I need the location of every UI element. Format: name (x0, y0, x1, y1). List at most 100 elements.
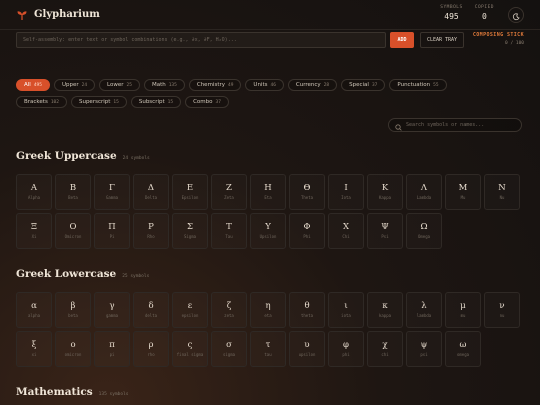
symbol-card[interactable]: χ chi (367, 331, 403, 367)
theme-toggle-button[interactable] (508, 7, 524, 23)
symbol-glyph: Λ (420, 183, 428, 194)
symbol-glyph: ι (344, 301, 348, 312)
symbol-card[interactable]: α alpha (16, 292, 52, 328)
filter-chip-chemistry[interactable]: Chemistry 49 (188, 79, 242, 91)
symbol-card[interactable]: μ mu (445, 292, 481, 328)
symbol-card[interactable]: ς final sigma (172, 331, 208, 367)
symbol-name: Zeta (224, 194, 234, 200)
section-greek-lowercase: Greek Lowercase 25 symbols α alpha β beta γ g… (16, 268, 524, 367)
filter-chip-count: 15 (167, 99, 174, 105)
filter-chip-label: Brackets (24, 99, 48, 105)
symbol-card[interactable]: ξ xi (16, 331, 52, 367)
symbol-glyph: Ο (69, 222, 77, 233)
filter-chip-label: Units (253, 82, 268, 88)
symbol-name: Delta (144, 194, 158, 200)
filter-chip-math[interactable]: Math 135 (143, 79, 185, 91)
symbol-glyph: Α (30, 183, 38, 194)
symbol-card[interactable]: ρ rho (133, 331, 169, 367)
symbol-card[interactable]: Ζ Zeta (211, 174, 247, 210)
symbol-name: Chi (342, 233, 350, 239)
filter-chip-punctuation[interactable]: Punctuation 55 (389, 79, 447, 91)
symbol-card[interactable]: Ε Epsilon (172, 174, 208, 210)
symbol-name: upsilon (298, 351, 316, 357)
symbol-card[interactable]: ζ zeta (211, 292, 247, 328)
symbol-card[interactable]: Χ Chi (328, 213, 364, 249)
symbol-name: theta (300, 312, 314, 318)
section-header: Greek Uppercase 24 symbols (16, 150, 524, 162)
symbol-card[interactable]: λ lambda (406, 292, 442, 328)
symbol-card[interactable]: Υ Upsilon (250, 213, 286, 249)
symbol-card[interactable]: π pi (94, 331, 130, 367)
symbol-card[interactable]: Ψ Psi (367, 213, 403, 249)
filter-chip-all[interactable]: All 495 (16, 79, 50, 91)
symbol-card[interactable]: σ sigma (211, 331, 247, 367)
symbol-name: delta (144, 312, 158, 318)
symbol-glyph: θ (304, 301, 310, 312)
symbol-card[interactable]: Δ Delta (133, 174, 169, 210)
symbol-card[interactable]: κ kappa (367, 292, 403, 328)
filter-chip-subscript[interactable]: Subscript 15 (130, 96, 182, 108)
symbol-glyph: ω (459, 340, 467, 351)
add-button[interactable]: ADD (390, 32, 414, 48)
symbol-card[interactable]: γ gamma (94, 292, 130, 328)
filter-chip-superscript[interactable]: Superscript 15 (70, 96, 127, 108)
filter-chip-units[interactable]: Units 46 (245, 79, 284, 91)
symbol-glyph: τ (265, 340, 271, 351)
symbol-card[interactable]: υ upsilon (289, 331, 325, 367)
filter-chip-combo[interactable]: Combo 37 (185, 96, 229, 108)
symbol-card[interactable]: ο omicron (55, 331, 91, 367)
symbol-card[interactable]: ν nu (484, 292, 520, 328)
symbol-card[interactable]: Π Pi (94, 213, 130, 249)
symbol-card[interactable]: δ delta (133, 292, 169, 328)
clear-tray-button[interactable]: CLEAR TRAY (420, 32, 464, 48)
symbol-card[interactable]: Κ Kappa (367, 174, 403, 210)
symbol-card[interactable]: Ι Iota (328, 174, 364, 210)
symbol-card[interactable]: ω omega (445, 331, 481, 367)
symbol-card[interactable]: Ρ Rho (133, 213, 169, 249)
symbol-card[interactable]: Ω Omega (406, 213, 442, 249)
symbol-card[interactable]: ε epsilon (172, 292, 208, 328)
symbol-glyph: Ω (420, 222, 428, 233)
symbol-card[interactable]: Τ Tau (211, 213, 247, 249)
symbol-card[interactable]: ι iota (328, 292, 364, 328)
stat-label: SYMBOLS (440, 5, 463, 10)
search-input[interactable] (406, 122, 515, 128)
symbol-card[interactable]: Ο Omicron (55, 213, 91, 249)
symbol-card[interactable]: Γ Gamma (94, 174, 130, 210)
symbol-name: tau (264, 351, 272, 357)
symbol-card[interactable]: ψ psi (406, 331, 442, 367)
symbol-card[interactable]: Λ Lambda (406, 174, 442, 210)
symbol-card[interactable]: Μ Mu (445, 174, 481, 210)
symbol-glyph: Ν (498, 183, 506, 194)
filter-chip-lower[interactable]: Lower 25 (99, 79, 140, 91)
symbol-card[interactable]: φ phi (328, 331, 364, 367)
symbol-card[interactable]: Θ Theta (289, 174, 325, 210)
filter-chip-upper[interactable]: Upper 24 (53, 79, 96, 91)
filter-chip-special[interactable]: Special 37 (341, 79, 386, 91)
logo[interactable]: Glypharium (16, 9, 100, 21)
symbol-glyph: Φ (303, 222, 311, 233)
filter-chip-brackets[interactable]: Brackets 102 (16, 96, 67, 108)
symbol-card[interactable]: η eta (250, 292, 286, 328)
section-title: Greek Lowercase (16, 268, 117, 280)
symbol-card[interactable]: Φ Phi (289, 213, 325, 249)
stat-symbols: SYMBOLS 495 (440, 5, 462, 21)
search-icon (395, 116, 402, 135)
filter-chip-currency[interactable]: Currency 28 (287, 79, 338, 91)
symbol-name: Xi (31, 233, 37, 239)
symbol-card[interactable]: β beta (55, 292, 91, 328)
symbol-card[interactable]: Β Beta (55, 174, 91, 210)
search-box[interactable] (388, 118, 522, 132)
symbol-card[interactable]: Ξ Xi (16, 213, 52, 249)
filter-chip-label: Special (349, 82, 369, 88)
compose-input[interactable] (16, 32, 386, 48)
filter-chip-count: 37 (215, 99, 221, 105)
symbol-card[interactable]: Ν Nu (484, 174, 520, 210)
symbol-card[interactable]: τ tau (250, 331, 286, 367)
symbol-card[interactable]: Σ Sigma (172, 213, 208, 249)
symbol-card[interactable]: θ theta (289, 292, 325, 328)
symbol-glyph: Γ (109, 183, 115, 194)
symbol-name: zeta (224, 312, 234, 318)
symbol-card[interactable]: Α Alpha (16, 174, 52, 210)
symbol-card[interactable]: Η Eta (250, 174, 286, 210)
